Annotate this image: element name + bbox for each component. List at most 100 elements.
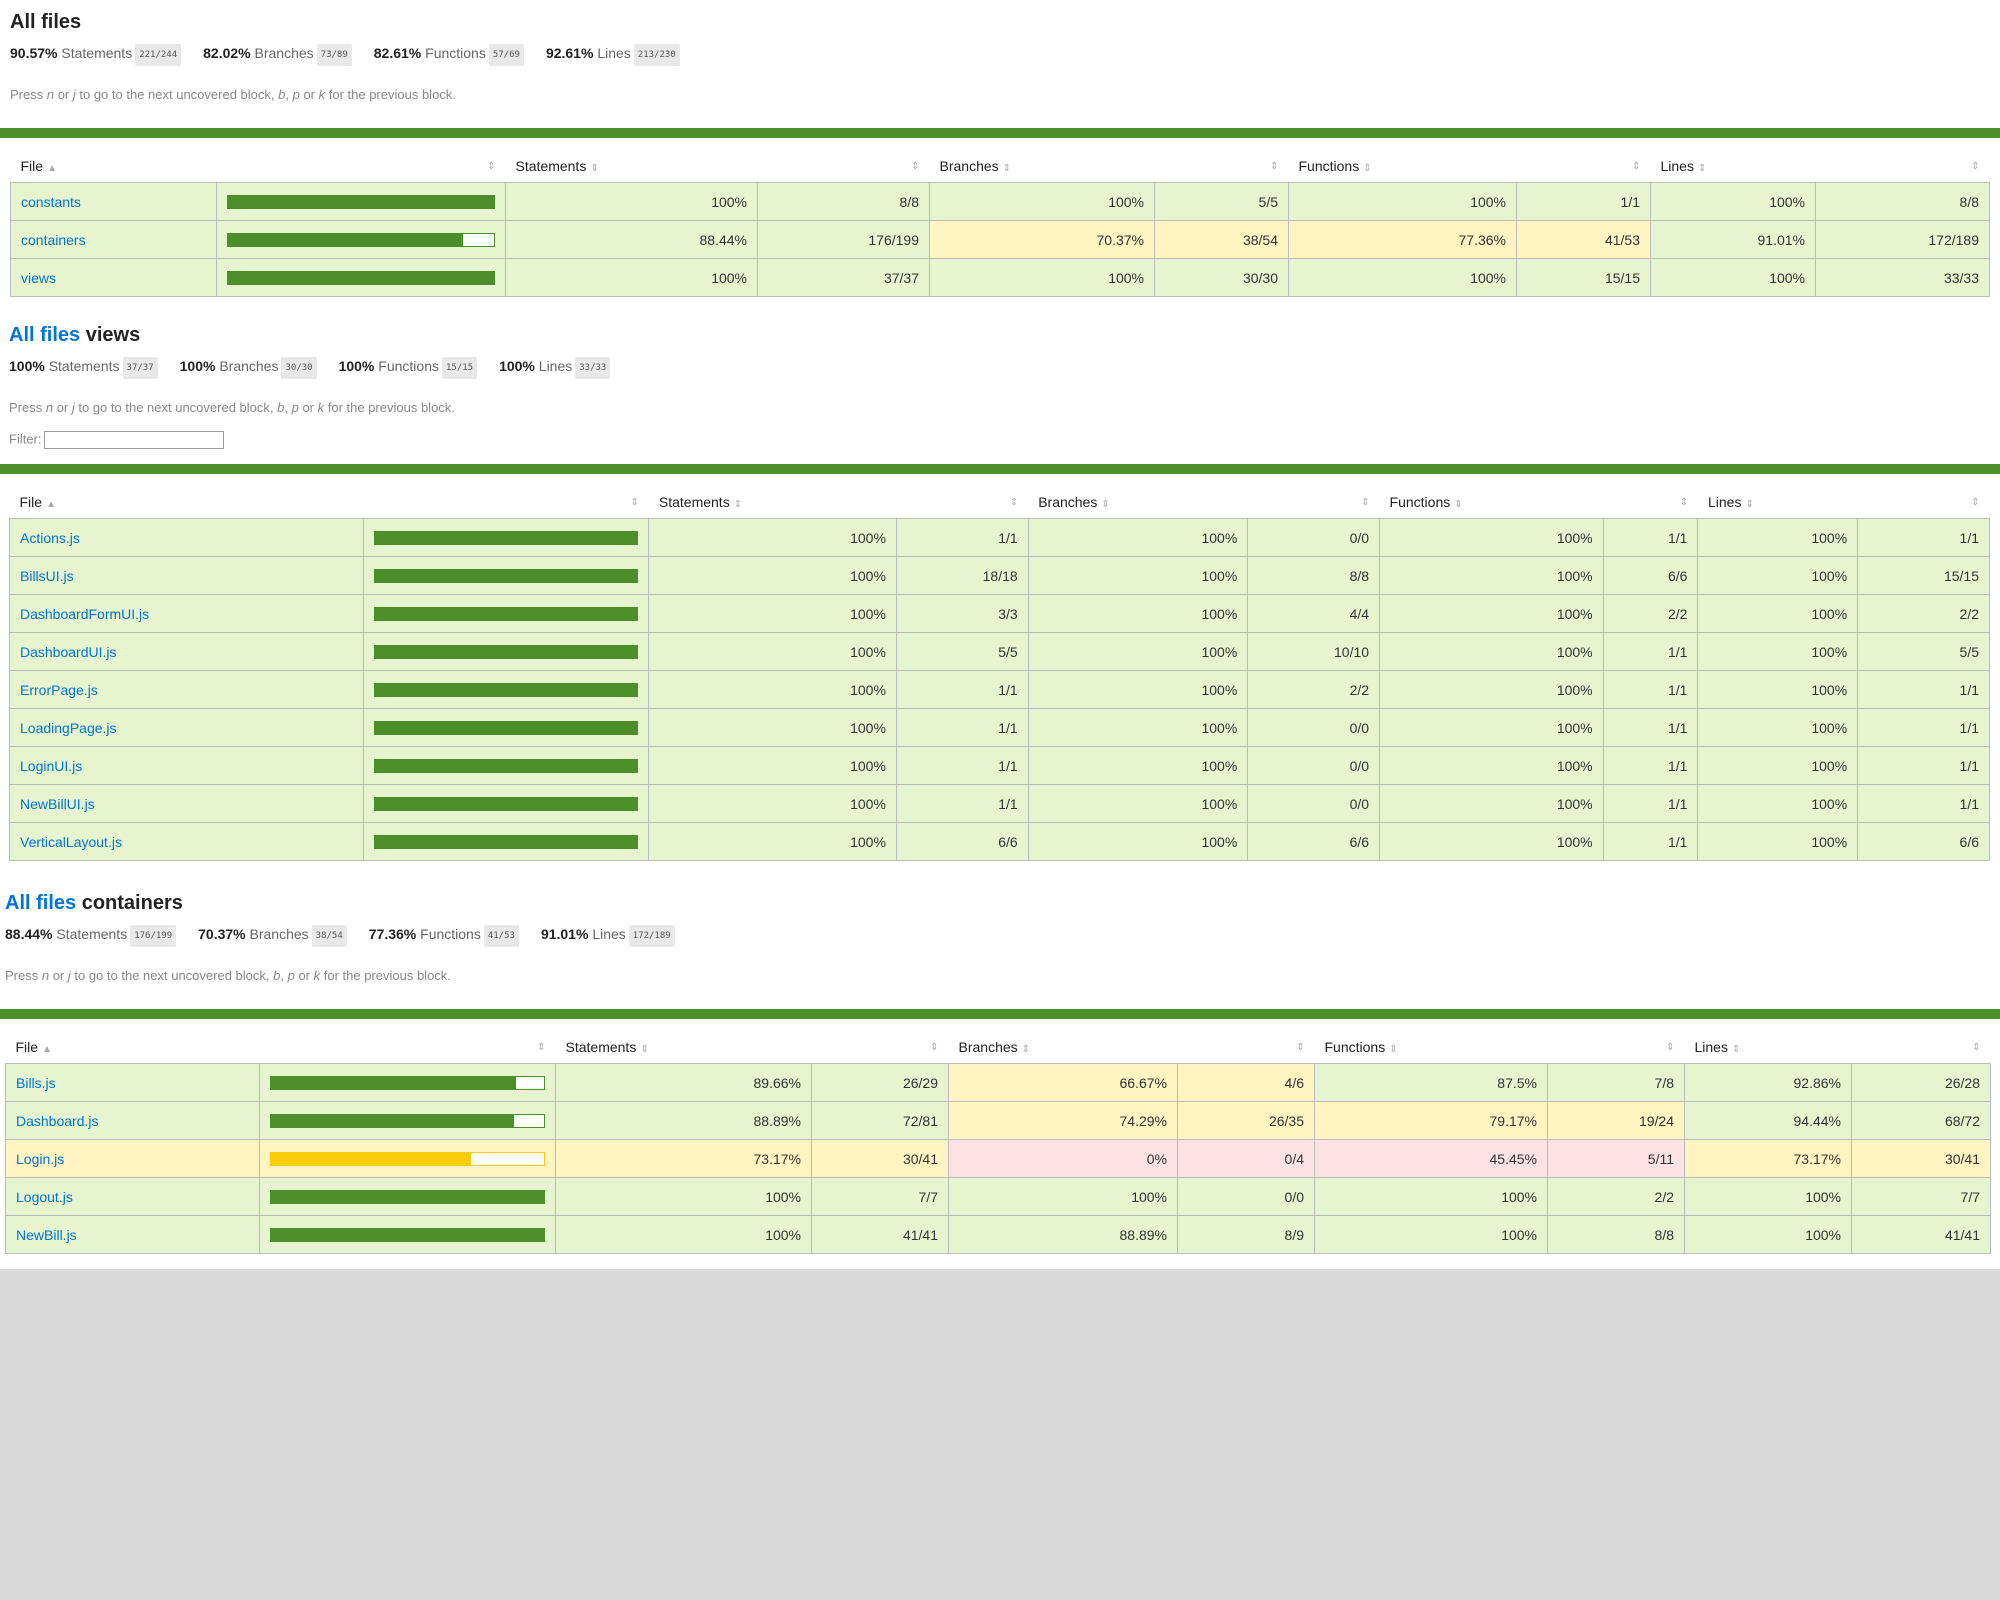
breadcrumb-all-files-link[interactable]: All files: [5, 892, 76, 914]
file-cell: Logout.js: [5, 1177, 260, 1216]
branches-pct: 100%: [948, 1177, 1178, 1216]
summary-functions: 100% Functions 15/15: [339, 357, 478, 379]
lines-pct: 100%: [1684, 1177, 1852, 1216]
file-link[interactable]: Dashboard.js: [16, 1113, 99, 1129]
coverage-bar-fill: [228, 233, 464, 246]
hint-prev: for the previous block.: [324, 400, 455, 415]
filter-label: Filter:: [9, 431, 42, 447]
column-sort-functions[interactable]: ⇕: [1547, 1031, 1685, 1064]
column-header-functions[interactable]: Functions ⇕: [1379, 486, 1604, 519]
file-link[interactable]: VerticalLayout.js: [20, 834, 122, 850]
coverage-bar: [270, 1189, 545, 1204]
file-link[interactable]: NewBillUI.js: [20, 796, 95, 812]
summary-label: Statements: [56, 926, 128, 942]
coverage-bar: [270, 1151, 545, 1166]
statements-pct: 73.17%: [555, 1139, 812, 1178]
coverage-bar-cell: [363, 822, 650, 861]
file-cell: LoginUI.js: [8, 746, 365, 785]
functions-pct: 100%: [1379, 556, 1604, 595]
column-sort-lines[interactable]: ⇕: [1815, 150, 1990, 183]
functions-fraction: 41/53: [1516, 220, 1651, 259]
column-sort-statements[interactable]: ⇕: [896, 486, 1029, 519]
lines-fraction: 1/1: [1857, 784, 1990, 823]
hint-or1: or: [54, 87, 73, 102]
functions-fraction: 1/1: [1602, 708, 1699, 747]
column-label: Statements: [565, 1039, 637, 1055]
file-cell: Actions.js: [8, 518, 365, 557]
hint-press: Press: [5, 968, 42, 983]
column-sort-functions[interactable]: ⇕: [1516, 150, 1651, 183]
coverage-bar-cell: [363, 746, 650, 785]
branches-fraction: 0/0: [1247, 746, 1381, 785]
filter-input[interactable]: [43, 431, 224, 449]
file-link[interactable]: Login.js: [16, 1151, 64, 1167]
file-link[interactable]: DashboardUI.js: [20, 644, 117, 660]
statements-fraction: 1/1: [895, 784, 1029, 823]
column-header-statements[interactable]: Statements ⇕: [648, 486, 897, 519]
column-header-branches[interactable]: Branches ⇕: [948, 1031, 1178, 1064]
file-link[interactable]: LoginUI.js: [20, 758, 82, 774]
file-link[interactable]: BillsUI.js: [20, 568, 74, 584]
file-link[interactable]: LoadingPage.js: [20, 720, 117, 736]
column-sort-statements[interactable]: ⇕: [757, 150, 930, 183]
column-header-statements[interactable]: Statements ⇕: [555, 1031, 812, 1064]
column-sort-lines[interactable]: ⇕: [1851, 1031, 1991, 1064]
column-sort-branches[interactable]: ⇕: [1177, 1031, 1315, 1064]
file-link[interactable]: Actions.js: [20, 530, 80, 546]
column-header-statements[interactable]: Statements ⇕: [505, 150, 758, 183]
column-sort-statements[interactable]: ⇕: [811, 1031, 949, 1064]
file-link[interactable]: constants: [21, 194, 81, 210]
column-header-branches[interactable]: Branches ⇕: [929, 150, 1155, 183]
statements-pct: 100%: [555, 1215, 812, 1254]
sort-icon: ⇕: [1697, 163, 1707, 174]
column-header-functions[interactable]: Functions ⇕: [1314, 1031, 1548, 1064]
summary-pct: 82.61%: [373, 45, 422, 61]
lines-fraction: 33/33: [1815, 258, 1990, 297]
sort-icon: ⇕: [1454, 499, 1463, 510]
statements-fraction: 30/41: [811, 1139, 949, 1178]
file-link[interactable]: Bills.js: [16, 1075, 56, 1091]
coverage-bar-cell: [216, 258, 506, 297]
branches-pct: 100%: [1027, 518, 1249, 557]
statements-fraction: 18/18: [895, 556, 1029, 595]
file-link[interactable]: ErrorPage.js: [20, 682, 98, 698]
column-header-lines[interactable]: Lines ⇕: [1697, 486, 1858, 519]
branches-pct: 100%: [929, 258, 1155, 297]
lines-pct: 100%: [1650, 182, 1816, 221]
column-sort-branches[interactable]: ⇕: [1154, 150, 1289, 183]
column-header-file[interactable]: File ▲: [5, 1031, 260, 1064]
column-header-functions[interactable]: Functions ⇕: [1288, 150, 1517, 183]
column-sort-functions[interactable]: ⇕: [1603, 486, 1698, 519]
table-row: LoginUI.js 100% 1/1 100% 0/0 100% 1/1 100% 1/1: [8, 746, 1990, 785]
summary-pct: 82.02%: [203, 45, 251, 61]
file-link[interactable]: NewBill.js: [16, 1227, 77, 1243]
sort-icon: ⇕: [590, 163, 599, 174]
column-header-file[interactable]: File ▲: [10, 150, 217, 183]
functions-pct: 100%: [1379, 822, 1604, 861]
column-sort-branches[interactable]: ⇕: [1247, 486, 1380, 519]
lines-fraction: 7/7: [1851, 1177, 1991, 1216]
branches-pct: 100%: [1027, 670, 1249, 709]
statements-fraction: 8/8: [757, 182, 930, 221]
summary-statements: 90.57% Statements 221/244: [10, 44, 182, 66]
column-sort-file[interactable]: ⇕: [216, 150, 506, 183]
column-sort-file[interactable]: ⇕: [363, 486, 649, 519]
summary-label: Lines: [538, 358, 573, 374]
column-header-lines[interactable]: Lines ⇕: [1650, 150, 1816, 183]
column-header-branches[interactable]: Branches ⇕: [1028, 486, 1248, 519]
breadcrumb-all-files-link[interactable]: All files: [9, 324, 80, 346]
file-link[interactable]: DashboardFormUI.js: [20, 606, 149, 622]
column-header-lines[interactable]: Lines ⇕: [1684, 1031, 1852, 1064]
functions-fraction: 19/24: [1547, 1101, 1685, 1140]
sort-icon: ⇕: [733, 499, 743, 510]
statements-pct: 100%: [505, 182, 758, 221]
column-header-file[interactable]: File ▲: [9, 486, 364, 519]
column-sort-lines[interactable]: ⇕: [1857, 486, 1990, 519]
file-link[interactable]: containers: [21, 232, 86, 248]
summary-fraction: 213/230: [633, 44, 680, 66]
file-link[interactable]: Logout.js: [16, 1189, 73, 1205]
file-link[interactable]: views: [21, 270, 56, 286]
sort-icon: ⇕: [1101, 499, 1110, 510]
functions-pct: 79.17%: [1314, 1101, 1548, 1140]
column-sort-file[interactable]: ⇕: [259, 1031, 556, 1064]
